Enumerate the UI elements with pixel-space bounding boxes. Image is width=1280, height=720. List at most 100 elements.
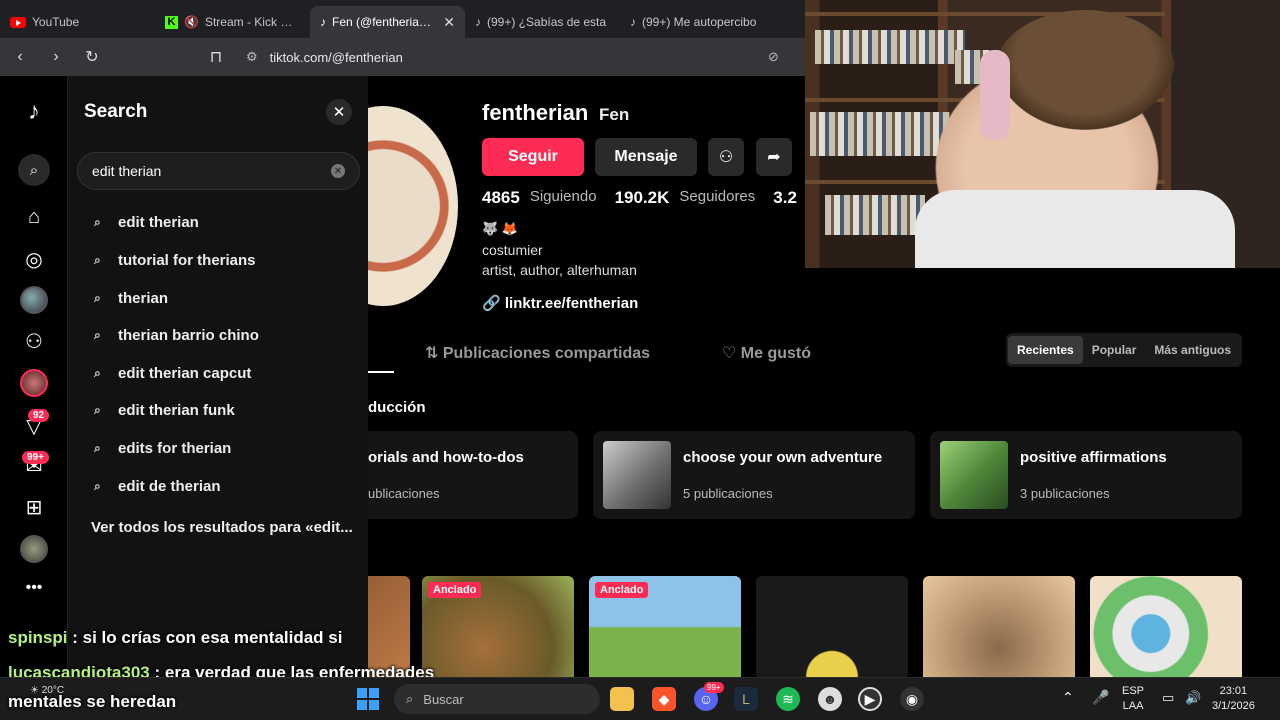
tiktok-icon: ♪ bbox=[475, 15, 481, 29]
youtube-icon bbox=[10, 16, 26, 28]
share-button[interactable]: ➦ bbox=[756, 138, 792, 176]
collection-card[interactable]: orials and how-to-dos ublicaciones bbox=[368, 431, 578, 519]
suggestion-item[interactable]: ⌕ therian barrio chino bbox=[94, 323, 259, 347]
collection-title: choose your own adventure bbox=[683, 449, 883, 466]
discord-badge: 99+ bbox=[704, 682, 724, 693]
tab-tiktok-profile[interactable]: ♪ Fen (@fentherian) | TikTok ✕ bbox=[310, 6, 465, 38]
tray-chevron-icon[interactable]: ⌃ bbox=[1062, 690, 1074, 705]
profile-avatar-large bbox=[368, 106, 458, 306]
bio-line: costumier bbox=[482, 242, 543, 258]
profile-avatar[interactable] bbox=[20, 535, 48, 563]
search-icon: ⌕ bbox=[94, 365, 101, 380]
headset bbox=[980, 50, 1010, 140]
followers-count: 190.2K bbox=[614, 188, 670, 207]
league-icon[interactable]: L bbox=[734, 687, 758, 711]
browser-toolbar: ‹ › ↻ ⊓ ⚙ tiktok.com/@fentherian ⊘ bbox=[0, 38, 805, 76]
books bbox=[815, 30, 965, 64]
bookmark-icon[interactable]: ⊓ bbox=[206, 47, 226, 67]
app-icon[interactable]: ☻ bbox=[818, 687, 842, 711]
obs-icon[interactable]: ◉ bbox=[900, 687, 924, 711]
collection-card[interactable]: positive affirmations 3 publicaciones bbox=[930, 431, 1242, 519]
following-avatar[interactable] bbox=[20, 286, 48, 314]
sort-oldest[interactable]: Más antiguos bbox=[1145, 336, 1240, 364]
search-icon: ⌕ bbox=[94, 290, 101, 305]
tab-reposts[interactable]: ⇅ Publicaciones compartidas bbox=[425, 343, 650, 363]
suggestion-item[interactable]: ⌕ tutorial for therians bbox=[94, 248, 256, 272]
brave-icon[interactable]: ◆ bbox=[652, 687, 676, 711]
clear-search-icon[interactable]: ✕ bbox=[331, 164, 345, 178]
spotify-icon[interactable]: ≋ bbox=[776, 687, 800, 711]
search-icon: ⌕ bbox=[94, 214, 101, 229]
search-icon[interactable]: ⌕ bbox=[18, 154, 50, 186]
tab-tiktok-2[interactable]: ♪ (99+) ¿Sabías de esta bbox=[465, 6, 620, 38]
search-query: edit therian bbox=[92, 163, 162, 179]
sort-popular[interactable]: Popular bbox=[1083, 336, 1146, 364]
streamer-shirt bbox=[915, 190, 1235, 268]
see-all-results-link[interactable]: Ver todos los resultados para «edit... bbox=[91, 519, 353, 536]
close-icon: ✕ bbox=[332, 104, 346, 121]
collection-card[interactable]: choose your own adventure 5 publicacione… bbox=[593, 431, 915, 519]
collection-count: ublicaciones bbox=[368, 486, 440, 501]
more-icon[interactable]: ••• bbox=[20, 574, 48, 602]
microphone-icon[interactable]: 🎤 bbox=[1092, 690, 1109, 705]
media-player-icon[interactable]: ▶ bbox=[858, 687, 882, 711]
close-search-button[interactable]: ✕ bbox=[326, 99, 352, 125]
add-friend-button[interactable]: ⚇ bbox=[708, 138, 744, 176]
suggestion-item[interactable]: ⌕ edit therian funk bbox=[94, 398, 235, 422]
suggestion-item[interactable]: ⌕ edits for therian bbox=[94, 436, 231, 460]
taskbar-search[interactable]: ⌕ Buscar bbox=[394, 684, 600, 714]
live-avatar[interactable] bbox=[20, 369, 48, 397]
url-text: tiktok.com/@fentherian bbox=[269, 49, 403, 65]
tab-title: YouTube bbox=[32, 15, 80, 29]
home-icon[interactable]: ⌂ bbox=[20, 203, 48, 231]
pinned-badge: Anclado bbox=[428, 582, 482, 598]
forward-icon[interactable]: › bbox=[46, 48, 66, 66]
bio-link[interactable]: 🔗 linktr.ee/fentherian bbox=[482, 294, 638, 312]
network-icon[interactable]: ▭ bbox=[1162, 690, 1174, 705]
suggestion-text: edit therian bbox=[118, 213, 199, 231]
screen: YouTube K 🔇 Stream - Kick Dashboard ♪ Fe… bbox=[0, 0, 1280, 720]
language-indicator[interactable]: ESP LAA bbox=[1122, 684, 1144, 714]
tab-kick[interactable]: K 🔇 Stream - Kick Dashboard bbox=[155, 6, 310, 38]
follow-button[interactable]: Seguir bbox=[482, 138, 584, 176]
search-icon: ⌕ bbox=[94, 478, 101, 493]
tiktok-icon: ♪ bbox=[320, 15, 326, 29]
search-icon: ⌕ bbox=[94, 402, 101, 417]
suggestion-item[interactable]: ⌕ therian bbox=[94, 286, 168, 310]
tab-liked[interactable]: ♡ Me gustó bbox=[722, 343, 811, 363]
tiktok-logo-icon[interactable]: ♪ bbox=[20, 98, 48, 126]
tiktok-left-rail: ♪ ⌕ ⌂ ◎ ⚇ ▽ 92 ✉ 99+ ⊞ ••• bbox=[0, 76, 68, 720]
following-count: 4865 bbox=[482, 188, 520, 207]
friends-icon[interactable]: ⚇ bbox=[20, 327, 48, 355]
tab-close-icon[interactable]: ✕ bbox=[443, 14, 455, 31]
back-icon[interactable]: ‹ bbox=[10, 48, 30, 66]
tab-youtube[interactable]: YouTube bbox=[0, 6, 155, 38]
reload-icon[interactable]: ↻ bbox=[82, 47, 102, 67]
start-button[interactable] bbox=[357, 688, 379, 710]
explore-icon[interactable]: ◎ bbox=[20, 245, 48, 273]
followers-label[interactable]: Seguidores bbox=[679, 188, 755, 208]
upload-icon[interactable]: ⊞ bbox=[20, 493, 48, 521]
site-info-icon[interactable]: ⚙ bbox=[246, 49, 258, 65]
sort-recent[interactable]: Recientes bbox=[1008, 336, 1083, 364]
clock[interactable]: 23:01 3/1/2026 bbox=[1212, 684, 1255, 714]
message-button[interactable]: Mensaje bbox=[595, 138, 697, 176]
sort-toggle: Recientes Popular Más antiguos bbox=[1006, 333, 1242, 367]
collections-title: ducción bbox=[368, 399, 426, 416]
search-input[interactable]: edit therian ✕ bbox=[77, 152, 360, 190]
suggestion-item[interactable]: ⌕ edit therian capcut bbox=[94, 361, 251, 385]
suggestion-item[interactable]: ⌕ edit therian bbox=[94, 210, 199, 234]
collection-count: 3 publicaciones bbox=[1020, 486, 1110, 501]
address-bar[interactable]: ⚙ tiktok.com/@fentherian ⊘ bbox=[238, 44, 818, 70]
file-explorer-icon[interactable] bbox=[610, 687, 634, 711]
liked-icon: ♡ bbox=[722, 345, 737, 362]
volume-icon[interactable]: 🔊 bbox=[1185, 690, 1201, 705]
tab-title: (99+) Me autopercibo bbox=[642, 15, 757, 29]
cast-icon[interactable]: ⊘ bbox=[768, 49, 779, 65]
tab-title: (99+) ¿Sabías de esta bbox=[487, 15, 607, 29]
suggestion-item[interactable]: ⌕ edit de therian bbox=[94, 474, 221, 498]
search-panel: Search ✕ edit therian ✕ ⌕ edit therian ⌕ t… bbox=[68, 76, 368, 720]
following-label[interactable]: Siguiendo bbox=[530, 188, 597, 208]
bio-line: artist, author, alterhuman bbox=[482, 262, 637, 278]
tab-tiktok-3[interactable]: ♪ (99+) Me autopercibo bbox=[620, 6, 775, 38]
